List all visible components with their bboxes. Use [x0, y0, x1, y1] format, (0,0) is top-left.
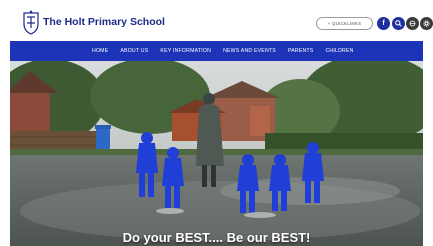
- nav-item-about-us[interactable]: ABOUT US: [120, 48, 148, 54]
- translate-icon[interactable]: [406, 17, 419, 30]
- nav-item-children[interactable]: CHILDREN: [325, 48, 353, 54]
- main-navigation: HOME ABOUT US KEY INFORMATION NEWS AND E…: [10, 41, 423, 61]
- hero-slogan: Do your BEST.... Be our BEST!: [122, 230, 311, 245]
- site-header: The Holt Primary School + QUICKLINKS f: [10, 6, 433, 41]
- search-icon[interactable]: [392, 17, 405, 30]
- school-name[interactable]: The Holt Primary School: [43, 16, 165, 28]
- settings-icon[interactable]: [420, 17, 433, 30]
- nav-item-key-information[interactable]: KEY INFORMATION: [160, 48, 211, 54]
- nav-item-news-and-events[interactable]: NEWS AND EVENTS: [223, 48, 276, 54]
- hero-banner: Do your BEST.... Be our BEST!: [10, 61, 423, 246]
- nav-item-parents[interactable]: PARENTS: [288, 48, 314, 54]
- facebook-icon[interactable]: f: [377, 17, 390, 30]
- quicklinks-button[interactable]: + QUICKLINKS: [316, 17, 373, 30]
- school-crest-logo[interactable]: [22, 10, 40, 35]
- nav-item-home[interactable]: HOME: [92, 48, 108, 54]
- hero-photo: [10, 61, 423, 246]
